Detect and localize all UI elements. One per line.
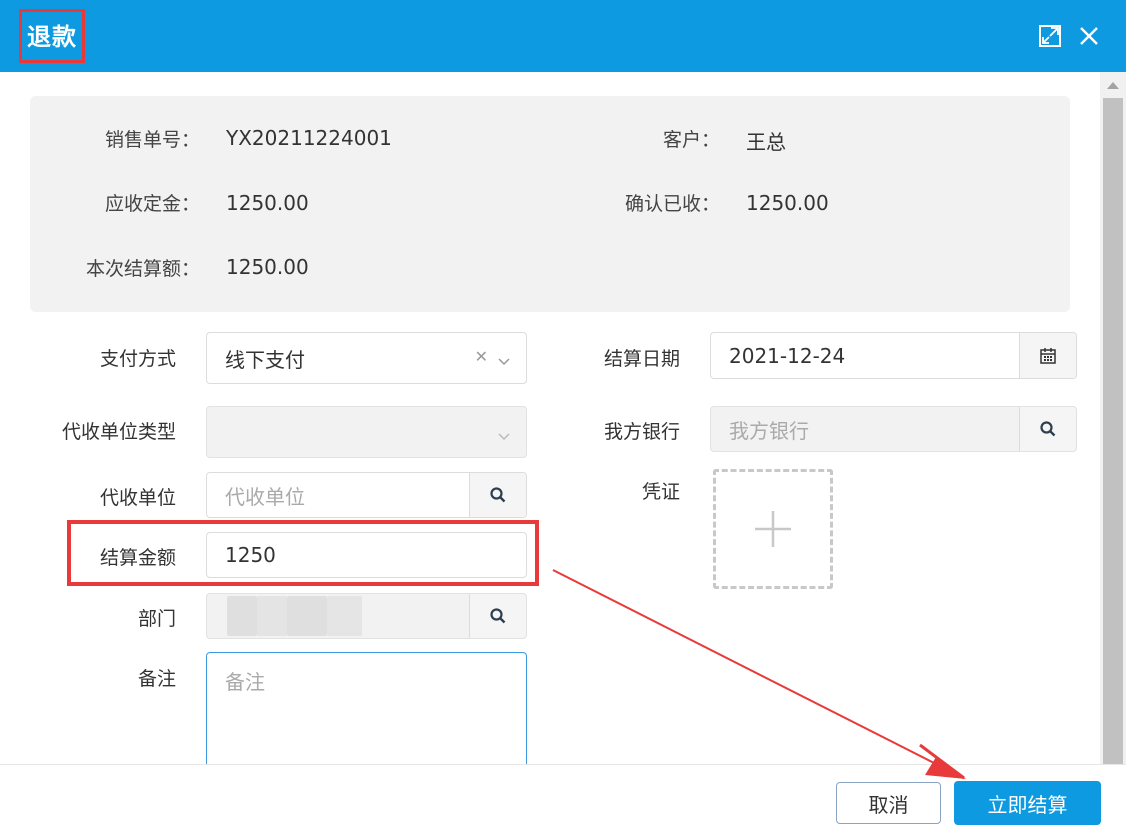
dialog-titlebar: 退款 bbox=[0, 0, 1126, 72]
settle-amount-label: 本次结算额： bbox=[85, 258, 200, 280]
collector-type-label: 代收单位类型 bbox=[61, 421, 176, 443]
settle-now-button[interactable]: 立即结算 bbox=[954, 781, 1101, 825]
dialog-content: 销售单号： YX20211224001 客户： 王总 应收定金： 1250.00… bbox=[0, 72, 1100, 764]
received-label: 确认已收： bbox=[624, 193, 720, 215]
remark-textarea[interactable]: 备注 bbox=[206, 652, 527, 764]
settle-amount-value: 1250.00 bbox=[226, 255, 309, 279]
payment-method-value: 线下支付 bbox=[225, 347, 305, 372]
our-bank-search-button[interactable] bbox=[1019, 407, 1076, 451]
blurred-text bbox=[327, 596, 362, 636]
dialog-title: 退款 bbox=[27, 23, 77, 51]
our-bank-label: 我方银行 bbox=[603, 421, 680, 443]
our-bank-placeholder: 我方银行 bbox=[729, 418, 809, 443]
plus-icon bbox=[755, 511, 791, 547]
vertical-scrollbar[interactable] bbox=[1100, 72, 1126, 764]
voucher-upload-box[interactable] bbox=[713, 469, 833, 589]
payment-method-label: 支付方式 bbox=[99, 348, 176, 370]
search-icon bbox=[1040, 421, 1056, 437]
remark-placeholder: 备注 bbox=[225, 670, 265, 694]
collector-type-select[interactable] bbox=[206, 406, 527, 458]
collector-input[interactable]: 代收单位 bbox=[206, 472, 527, 518]
settle-date-label: 结算日期 bbox=[603, 348, 680, 370]
close-icon[interactable] bbox=[1075, 22, 1103, 50]
blurred-text bbox=[227, 596, 257, 636]
scroll-up-arrow-icon[interactable] bbox=[1107, 82, 1119, 89]
deposit-value: 1250.00 bbox=[226, 191, 309, 215]
department-search-button[interactable] bbox=[469, 594, 526, 638]
cancel-button[interactable]: 取消 bbox=[836, 782, 941, 824]
received-value: 1250.00 bbox=[746, 191, 829, 215]
settle-date-value: 2021-12-24 bbox=[729, 343, 846, 368]
collector-placeholder: 代收单位 bbox=[225, 484, 305, 509]
blurred-text bbox=[287, 596, 327, 636]
amount-annotation-box bbox=[67, 520, 539, 586]
sales-no-value: YX20211224001 bbox=[226, 126, 392, 150]
clear-icon[interactable]: ✕ bbox=[475, 347, 488, 366]
scrollbar-thumb[interactable] bbox=[1103, 98, 1123, 764]
remark-label: 备注 bbox=[137, 668, 176, 690]
blurred-text bbox=[257, 596, 287, 636]
deposit-label: 应收定金： bbox=[104, 193, 200, 215]
search-icon bbox=[490, 608, 506, 624]
our-bank-input[interactable]: 我方银行 bbox=[710, 406, 1077, 452]
calendar-icon bbox=[1040, 347, 1056, 364]
sales-no-label: 销售单号： bbox=[104, 129, 200, 151]
collector-label: 代收单位 bbox=[99, 487, 176, 509]
customer-value: 王总 bbox=[746, 130, 786, 154]
order-info-panel: 销售单号： YX20211224001 客户： 王总 应收定金： 1250.00… bbox=[30, 96, 1070, 312]
calendar-button[interactable] bbox=[1019, 333, 1076, 378]
maximize-icon[interactable] bbox=[1036, 22, 1064, 50]
voucher-label: 凭证 bbox=[641, 481, 680, 503]
settle-date-input[interactable]: 2021-12-24 bbox=[710, 332, 1077, 379]
payment-method-select[interactable]: 线下支付 ✕ bbox=[206, 332, 527, 384]
department-input[interactable] bbox=[206, 593, 527, 639]
dialog-footer: 取消 立即结算 bbox=[0, 764, 1126, 828]
department-label: 部门 bbox=[137, 608, 176, 630]
customer-label: 客户： bbox=[662, 129, 720, 151]
